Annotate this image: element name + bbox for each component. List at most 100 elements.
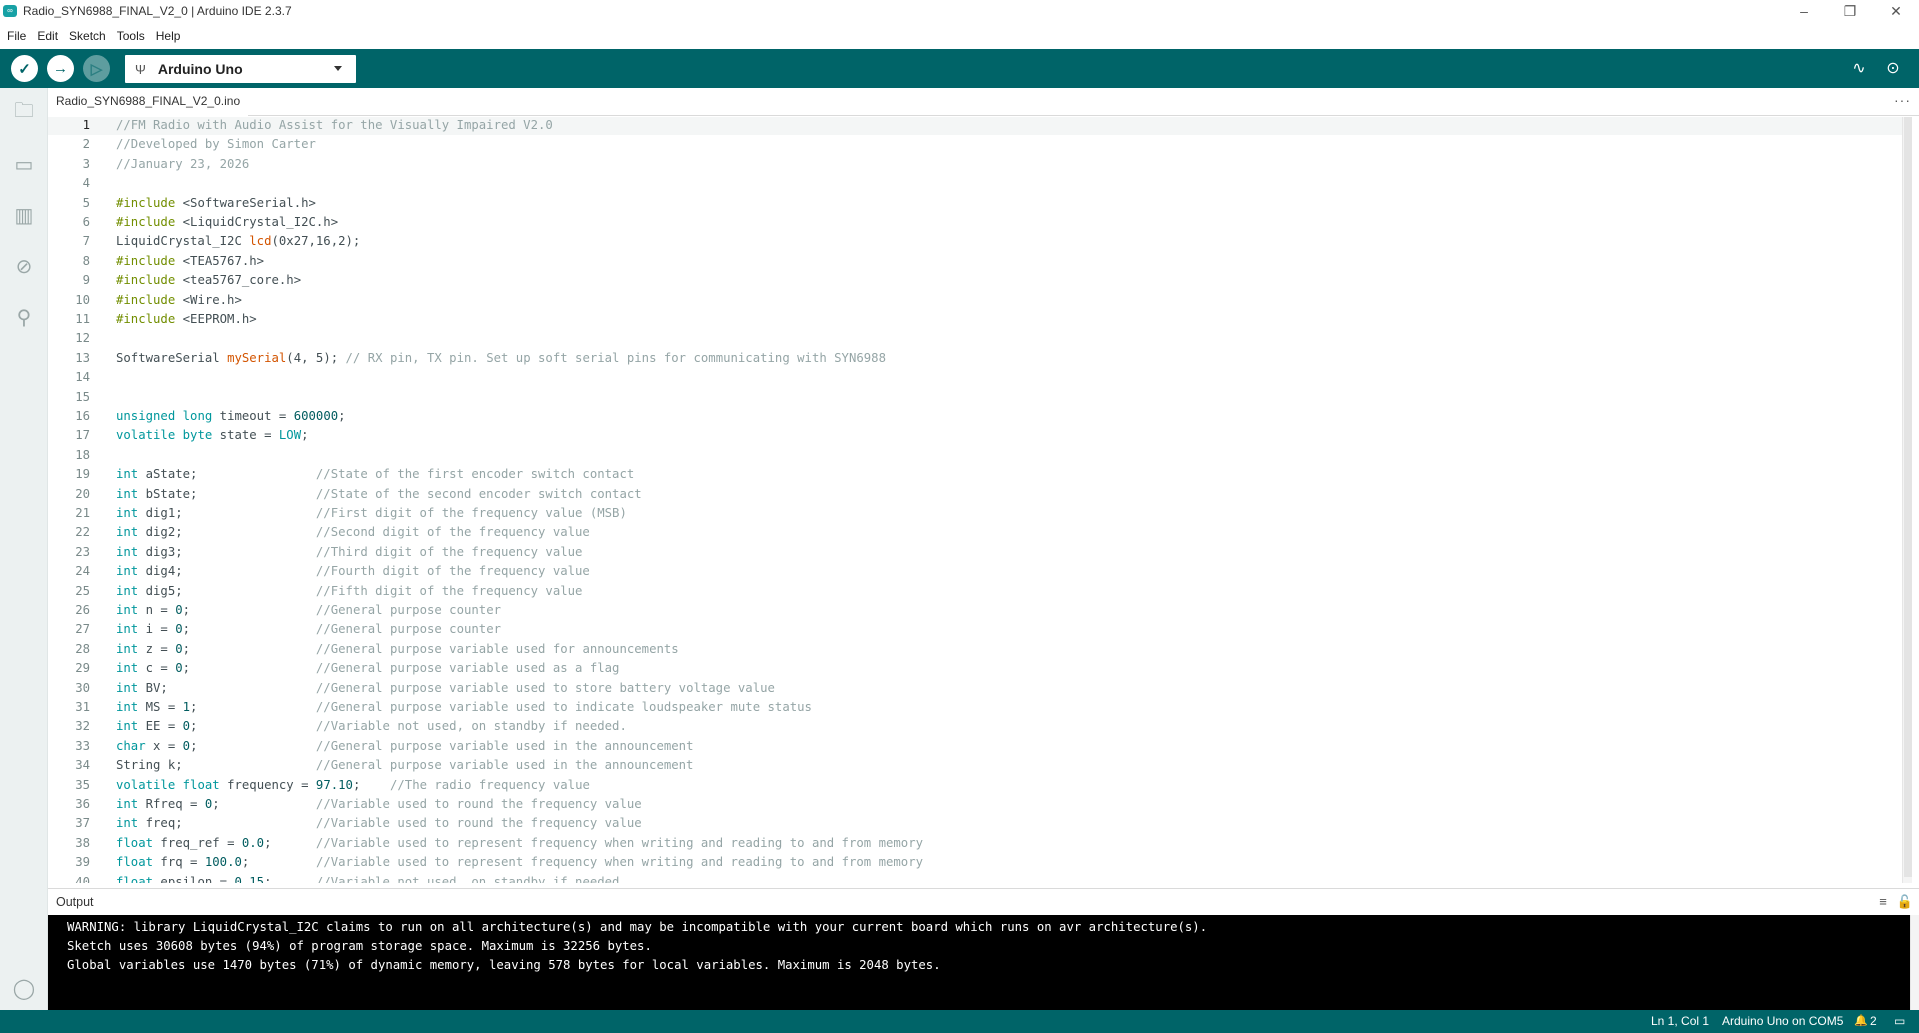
code-line[interactable]: 38 float freq_ref = 0.0; //Variable used … — [48, 834, 1912, 853]
code-text: int bState; //State of the second encode… — [116, 486, 642, 501]
code-line[interactable]: 36 int Rfreq = 0; //Variable used to roun… — [48, 795, 1912, 814]
output-actions: ≡ 🔓 — [1879, 894, 1913, 910]
editor-scrollbar[interactable] — [1902, 117, 1912, 883]
output-console[interactable]: WARNING: library LiquidCrystal_I2C claim… — [48, 915, 1910, 1010]
line-number: 34 — [75, 758, 90, 773]
serial-monitor-button[interactable]: ⊙ — [1882, 57, 1904, 79]
code-text: int dig2; //Second digit of the frequenc… — [116, 525, 590, 540]
line-number: 29 — [75, 661, 90, 676]
upload-button[interactable]: → — [47, 55, 74, 82]
verify-button[interactable]: ✓ — [11, 55, 38, 82]
code-line[interactable]: 30 int BV; //General purpose variable use… — [48, 679, 1912, 698]
arduino-logo-icon: ∞ — [3, 5, 17, 17]
bell-icon[interactable]: 🔔 — [1854, 1014, 1868, 1027]
code-line[interactable]: 6 #include <LiquidCrystal_I2C.h> — [48, 213, 1912, 232]
code-line[interactable]: 26 int n = 0; //General purpose counter — [48, 601, 1912, 620]
tab-sketch-file[interactable]: Radio_SYN6988_FINAL_V2_0.ino — [48, 88, 249, 116]
debug-icon[interactable]: ⊘ — [11, 253, 37, 279]
clear-output-icon[interactable]: ≡ — [1879, 894, 1887, 910]
menu-edit[interactable]: Edit — [37, 29, 58, 43]
close-button[interactable]: ✕ — [1873, 0, 1919, 22]
code-line[interactable]: 27 int i = 0; //General purpose counter — [48, 620, 1912, 639]
notification-count[interactable]: 2 — [1870, 1014, 1877, 1028]
cursor-position[interactable]: Ln 1, Col 1 — [1651, 1014, 1709, 1028]
code-line[interactable]: 14 — [48, 368, 1912, 387]
menu-help[interactable]: Help — [156, 29, 181, 43]
code-line[interactable]: 17 volatile byte state = LOW; — [48, 426, 1912, 445]
code-line[interactable]: 4 — [48, 174, 1912, 193]
more-icon[interactable]: ··· — [1894, 92, 1911, 108]
line-number: 6 — [82, 215, 90, 229]
menu-sketch[interactable]: Sketch — [69, 29, 106, 43]
code-line[interactable]: 25 int dig5; //Fifth digit of the frequen… — [48, 582, 1912, 601]
debug-button[interactable]: ▷ — [83, 55, 110, 82]
code-line[interactable]: 2 //Developed by Simon Carter — [48, 135, 1912, 154]
code-text: int EE = 0; //Variable not used, on stan… — [116, 719, 627, 734]
code-line[interactable]: 10 #include <Wire.h> — [48, 291, 1912, 310]
code-text: int Rfreq = 0; //Variable used to round … — [116, 797, 642, 811]
minimize-button[interactable]: – — [1781, 0, 1827, 22]
code-line[interactable]: 37 int freq; //Variable used to round the… — [48, 814, 1912, 833]
code-line[interactable]: 28 int z = 0; //General purpose variable … — [48, 640, 1912, 659]
code-line[interactable]: 19 int aState; //State of the first encod… — [48, 465, 1912, 484]
code-line[interactable]: 29 int c = 0; //General purpose variable … — [48, 659, 1912, 678]
code-line[interactable]: 33 char x = 0; //General purpose variable… — [48, 737, 1912, 756]
title-bar: ∞ Radio_SYN6988_FINAL_V2_0 | Arduino IDE… — [0, 0, 1919, 22]
code-editor[interactable]: 1 //FM Radio with Audio Assist for the Vi… — [48, 117, 1912, 883]
line-number: 16 — [75, 409, 90, 423]
toggle-panel-icon[interactable]: ▭ — [1894, 1014, 1905, 1028]
board-port-status[interactable]: Arduino Uno on COM5 — [1722, 1014, 1843, 1028]
code-text: float frq = 100.0; //Variable used to re… — [116, 855, 924, 870]
boards-manager-icon[interactable]: ▭ — [11, 151, 37, 177]
code-line[interactable]: 18 — [48, 446, 1912, 465]
menu-tools[interactable]: Tools — [117, 29, 145, 43]
code-line[interactable]: 34 String k; //General purpose variable u… — [48, 756, 1912, 775]
code-line[interactable]: 32 int EE = 0; //Variable not used, on st… — [48, 717, 1912, 736]
code-line[interactable]: 39 float frq = 100.0; //Variable used to … — [48, 853, 1912, 872]
library-manager-icon[interactable]: ▥ — [11, 202, 37, 228]
code-line[interactable]: 16 unsigned long timeout = 600000; — [48, 407, 1912, 426]
code-text: #include <SoftwareSerial.h> — [116, 195, 316, 210]
code-line[interactable]: 9 #include <tea5767_core.h> — [48, 271, 1912, 290]
window-controls: – ❐ ✕ — [1781, 0, 1919, 22]
code-line[interactable]: 7 LiquidCrystal_I2C lcd(0x27,16,2); — [48, 232, 1912, 251]
code-line[interactable]: 40 float epsilon = 0.15; //Variable not u… — [48, 873, 1912, 883]
code-line[interactable]: 1 //FM Radio with Audio Assist for the Vi… — [48, 117, 1912, 135]
code-line[interactable]: 21 int dig1; //First digit of the frequen… — [48, 504, 1912, 523]
output-line: Global variables use 1470 bytes (71%) of… — [67, 958, 941, 972]
status-bar: Ln 1, Col 1 Arduino Uno on COM5 🔔 2 ▭ — [0, 1010, 1919, 1033]
code-line[interactable]: 35 volatile float frequency = 97.10; //Th… — [48, 776, 1912, 795]
code-line[interactable]: 24 int dig4; //Fourth digit of the freque… — [48, 562, 1912, 581]
board-selector[interactable]: Ψ Arduino Uno — [125, 55, 356, 83]
code-text: int dig5; //Fifth digit of the frequency… — [116, 583, 583, 598]
code-line[interactable]: 23 int dig3; //Third digit of the frequen… — [48, 543, 1912, 562]
code-line[interactable]: 12 — [48, 329, 1912, 348]
code-line[interactable]: 8 #include <TEA5767.h> — [48, 252, 1912, 271]
code-text: char x = 0; //General purpose variable u… — [116, 738, 694, 753]
serial-plotter-button[interactable]: ∿ — [1848, 57, 1870, 79]
code-line[interactable]: 31 int MS = 1; //General purpose variable… — [48, 698, 1912, 717]
code-line[interactable]: 22 int dig2; //Second digit of the freque… — [48, 523, 1912, 542]
code-line[interactable]: 13 SoftwareSerial mySerial(4, 5); // RX p… — [48, 349, 1912, 368]
check-icon: ✓ — [18, 60, 31, 78]
code-line[interactable]: 3 //January 23, 2026 — [48, 155, 1912, 174]
restore-button[interactable]: ❐ — [1827, 0, 1873, 22]
code-line[interactable]: 20 int bState; //State of the second enco… — [48, 485, 1912, 504]
lock-icon[interactable]: 🔓 — [1897, 894, 1913, 910]
activity-bar: 🗀 ▭ ▥ ⊘ ⚲ ◯ — [0, 88, 48, 1010]
line-number: 25 — [75, 583, 90, 598]
code-text: #include <tea5767_core.h> — [116, 273, 302, 288]
line-number: 10 — [75, 292, 90, 307]
code-text: #include <EEPROM.h> — [116, 312, 257, 326]
menu-file[interactable]: File — [7, 29, 26, 43]
code-line[interactable]: 5 #include <SoftwareSerial.h> — [48, 194, 1912, 213]
scrollbar-thumb[interactable] — [1904, 117, 1912, 877]
line-number: 30 — [75, 680, 90, 695]
line-number: 35 — [75, 777, 90, 792]
search-icon[interactable]: ⚲ — [11, 304, 37, 330]
output-scrollbar[interactable] — [1910, 915, 1919, 1010]
account-icon[interactable]: ◯ — [11, 975, 37, 1001]
sketchbook-icon[interactable]: 🗀 — [11, 100, 37, 126]
code-line[interactable]: 15 — [48, 388, 1912, 407]
code-line[interactable]: 11 #include <EEPROM.h> — [48, 310, 1912, 329]
